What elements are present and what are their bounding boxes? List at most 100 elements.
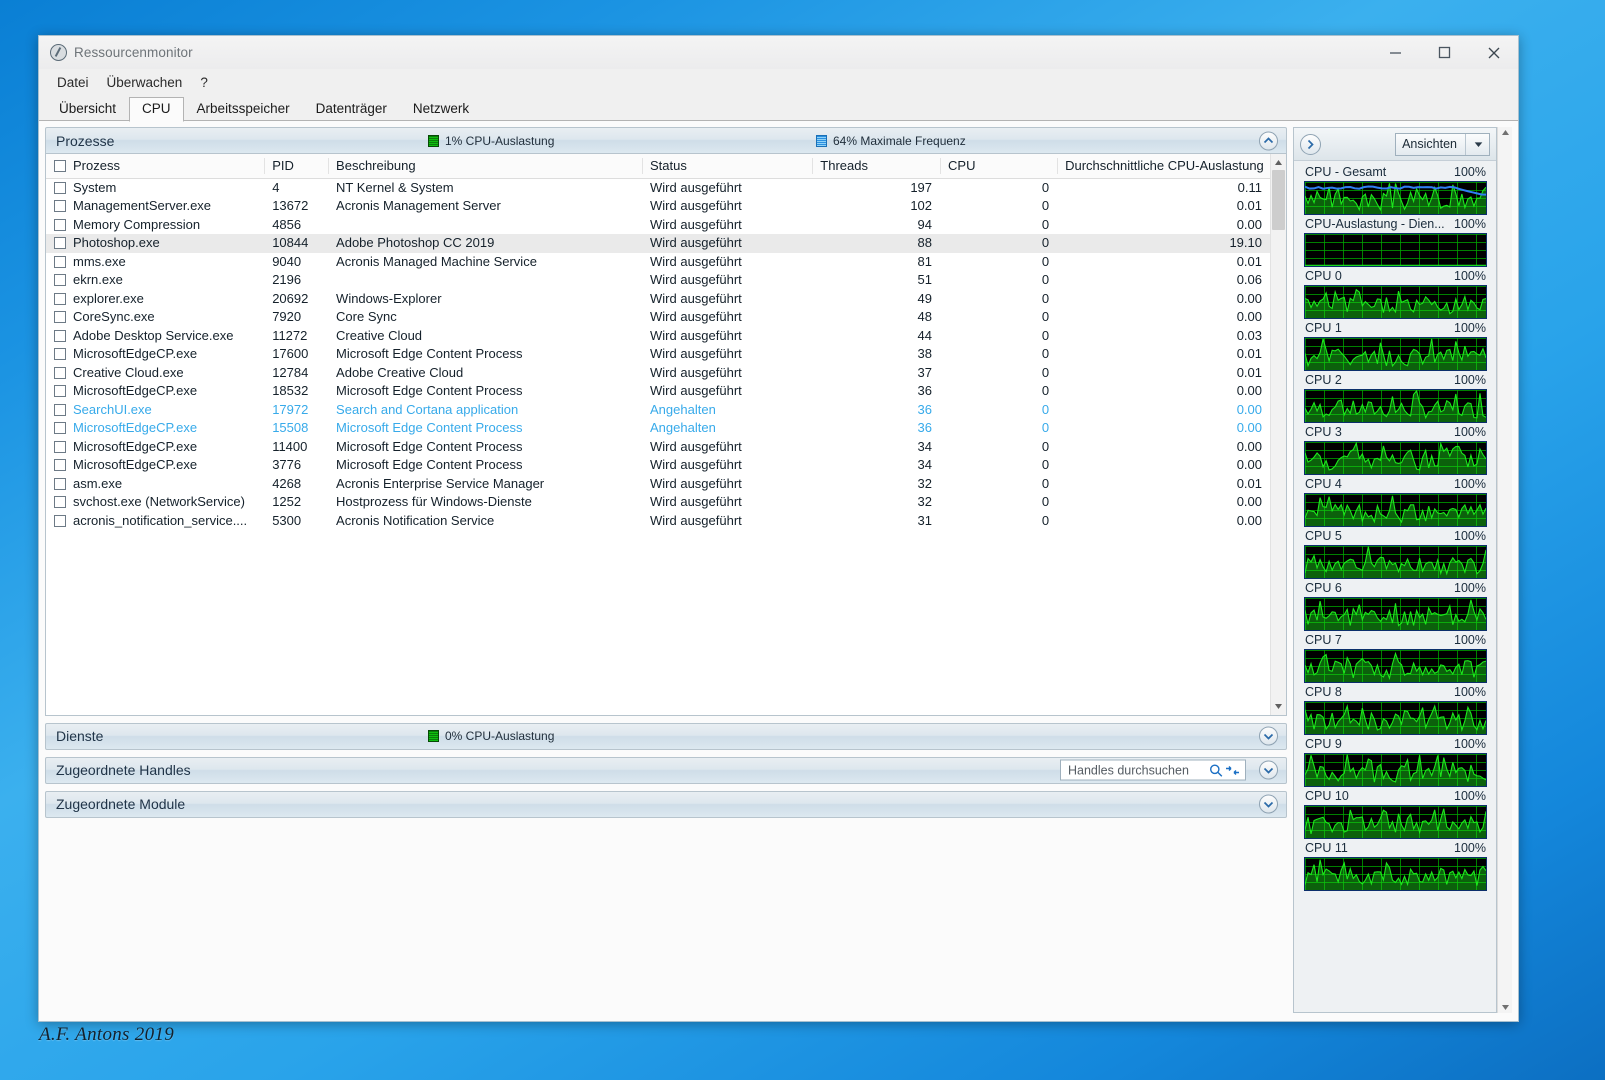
- collapse-processes-button[interactable]: [1259, 131, 1278, 150]
- col-header-cpu[interactable]: CPU: [940, 154, 1058, 179]
- processes-vertical-scrollbar[interactable]: [1270, 154, 1286, 715]
- row-checkbox[interactable]: [54, 200, 66, 213]
- menu-help[interactable]: ?: [191, 73, 217, 92]
- expand-modules-button[interactable]: [1259, 794, 1278, 814]
- col-header-beschreibung[interactable]: Beschreibung: [328, 154, 643, 179]
- menu-ueberwachen[interactable]: Überwachen: [98, 73, 192, 92]
- table-row[interactable]: MicrosoftEdgeCP.exe 3776 Microsoft Edge Co…: [46, 456, 1270, 475]
- minimize-button[interactable]: [1371, 36, 1420, 69]
- views-dropdown-arrow[interactable]: [1474, 137, 1483, 151]
- cell-threads: 37: [917, 364, 933, 380]
- handles-search-box[interactable]: Handles durchsuchen: [1060, 759, 1246, 781]
- row-checkbox[interactable]: [54, 292, 66, 305]
- row-checkbox[interactable]: [54, 440, 66, 453]
- maximize-button[interactable]: [1420, 36, 1469, 69]
- table-row[interactable]: System 4 NT Kernel & System Wird ausgeführt…: [46, 179, 1270, 198]
- graph-plot: [1305, 650, 1486, 682]
- title-bar[interactable]: Ressourcenmonitor: [39, 36, 1518, 69]
- row-checkbox[interactable]: [54, 329, 66, 342]
- row-checkbox[interactable]: [54, 459, 66, 472]
- row-checkbox[interactable]: [54, 311, 66, 324]
- tab-netzwerk[interactable]: Netzwerk: [400, 97, 482, 121]
- table-row[interactable]: MicrosoftEdgeCP.exe 11400 Microsoft Edge C…: [46, 438, 1270, 457]
- table-row[interactable]: Memory Compression 4856 Wird ausgeführt 94 0…: [46, 216, 1270, 235]
- col-header-prozess[interactable]: Prozess: [46, 154, 265, 179]
- views-button[interactable]: Ansichten: [1395, 132, 1490, 156]
- row-checkbox[interactable]: [54, 385, 66, 398]
- cell-cpu: 0: [1041, 290, 1050, 306]
- table-row[interactable]: ekrn.exe 2196 Wird ausgeführt 51 0 0.06: [46, 271, 1270, 290]
- processes-section-header[interactable]: Prozesse 1% CPU-Auslastung 64% Maximale …: [45, 127, 1287, 154]
- expand-services-button[interactable]: [1259, 726, 1278, 746]
- search-icon[interactable]: [1207, 763, 1224, 777]
- caret-up-icon[interactable]: [1501, 129, 1510, 136]
- cpu-graph-scale: 100%: [1454, 321, 1486, 335]
- modules-section-header[interactable]: Zugeordnete Module: [45, 790, 1287, 818]
- row-checkbox[interactable]: [54, 496, 66, 509]
- graph-plot: [1305, 598, 1486, 630]
- tab-arbeitsspeicher[interactable]: Arbeitsspeicher: [184, 97, 303, 121]
- tab-uebersicht[interactable]: Übersicht: [46, 97, 129, 121]
- tab-datentraeger[interactable]: Datenträger: [303, 97, 400, 121]
- caret-down-icon[interactable]: [1501, 1004, 1510, 1011]
- table-row[interactable]: svchost.exe (NetworkService) 1252 Hostproz…: [46, 493, 1270, 512]
- expand-sidebar-button[interactable]: [1300, 133, 1321, 155]
- table-row[interactable]: mms.exe 9040 Acronis Managed Machine Servi…: [46, 253, 1270, 272]
- table-row[interactable]: SearchUI.exe 17972 Search and Cortana appl…: [46, 401, 1270, 420]
- cell-name-label: MicrosoftEdgeCP.exe: [73, 457, 198, 473]
- col-header-status[interactable]: Status: [642, 154, 813, 179]
- table-row[interactable]: ManagementServer.exe 13672 Acronis Managem…: [46, 197, 1270, 216]
- col-header-threads[interactable]: Threads: [812, 154, 941, 179]
- table-row[interactable]: Adobe Desktop Service.exe 11272 Creative C…: [46, 327, 1270, 346]
- table-row[interactable]: acronis_notification_service.... 5300 Acro…: [46, 512, 1270, 531]
- col-header-pid[interactable]: PID: [264, 154, 329, 179]
- table-row[interactable]: Photoshop.exe 10844 Adobe Photoshop CC 201…: [46, 234, 1270, 253]
- search-refresh-icon[interactable]: [1224, 763, 1241, 777]
- expand-handles-button[interactable]: [1259, 760, 1278, 780]
- sidebar-scrollbar[interactable]: [1497, 127, 1512, 1013]
- cpu-graph-item: CPU-Auslastung - Dien... 100%: [1304, 216, 1487, 267]
- menu-datei[interactable]: Datei: [48, 73, 98, 92]
- cell-name-label: explorer.exe: [73, 290, 144, 306]
- handles-section-header[interactable]: Zugeordnete Handles Handles durchsuchen: [45, 756, 1287, 784]
- close-button[interactable]: [1469, 36, 1518, 69]
- table-row[interactable]: MicrosoftEdgeCP.exe 18532 Microsoft Edge C…: [46, 382, 1270, 401]
- cell-desc: Microsoft Edge Content Process: [336, 457, 523, 473]
- col-header-avg-cpu[interactable]: Durchschnittliche CPU-Auslastung: [1057, 154, 1270, 179]
- table-row[interactable]: CoreSync.exe 7920 Core Sync Wird ausgeführt…: [46, 308, 1270, 327]
- table-row[interactable]: MicrosoftEdgeCP.exe 15508 Microsoft Edge C…: [46, 419, 1270, 438]
- graph-plot: [1305, 286, 1486, 318]
- row-checkbox[interactable]: [54, 422, 66, 435]
- row-checkbox[interactable]: [54, 477, 66, 490]
- tab-cpu[interactable]: CPU: [129, 97, 184, 122]
- row-checkbox[interactable]: [54, 514, 66, 527]
- row-checkbox[interactable]: [54, 403, 66, 416]
- scroll-down-button[interactable]: [1271, 698, 1286, 715]
- cpu-graph-label-row: CPU 6 100%: [1304, 580, 1487, 597]
- cell-pid: 20692: [272, 290, 309, 306]
- handles-search-placeholder[interactable]: Handles durchsuchen: [1068, 763, 1207, 777]
- table-row[interactable]: MicrosoftEdgeCP.exe 17600 Microsoft Edge C…: [46, 345, 1270, 364]
- cpu-graph-canvas: [1304, 597, 1487, 631]
- cell-name-label: System: [73, 180, 117, 195]
- services-section-header[interactable]: Dienste 0% CPU-Auslastung: [45, 722, 1287, 750]
- table-row[interactable]: asm.exe 4268 Acronis Enterprise Service Ma…: [46, 475, 1270, 494]
- views-button-label: Ansichten: [1402, 137, 1457, 151]
- select-all-checkbox[interactable]: [54, 160, 66, 172]
- row-checkbox[interactable]: [54, 255, 66, 268]
- table-row[interactable]: explorer.exe 20692 Windows-Explorer Wird au…: [46, 290, 1270, 309]
- scrollbar-track[interactable]: [1271, 170, 1286, 699]
- cell-threads: 36: [917, 420, 933, 436]
- cpu-graph-item: CPU 11 100%: [1304, 840, 1487, 891]
- row-checkbox[interactable]: [54, 274, 66, 287]
- row-checkbox[interactable]: [54, 348, 66, 361]
- green-swatch-icon: [428, 134, 439, 147]
- scrollbar-thumb[interactable]: [1272, 170, 1285, 230]
- row-checkbox[interactable]: [54, 218, 66, 231]
- window-title: Ressourcenmonitor: [74, 45, 193, 60]
- scroll-up-button[interactable]: [1271, 154, 1286, 170]
- row-checkbox[interactable]: [54, 366, 66, 379]
- row-checkbox[interactable]: [54, 182, 66, 194]
- table-row[interactable]: Creative Cloud.exe 12784 Adobe Creative Cl…: [46, 364, 1270, 383]
- row-checkbox[interactable]: [54, 237, 66, 250]
